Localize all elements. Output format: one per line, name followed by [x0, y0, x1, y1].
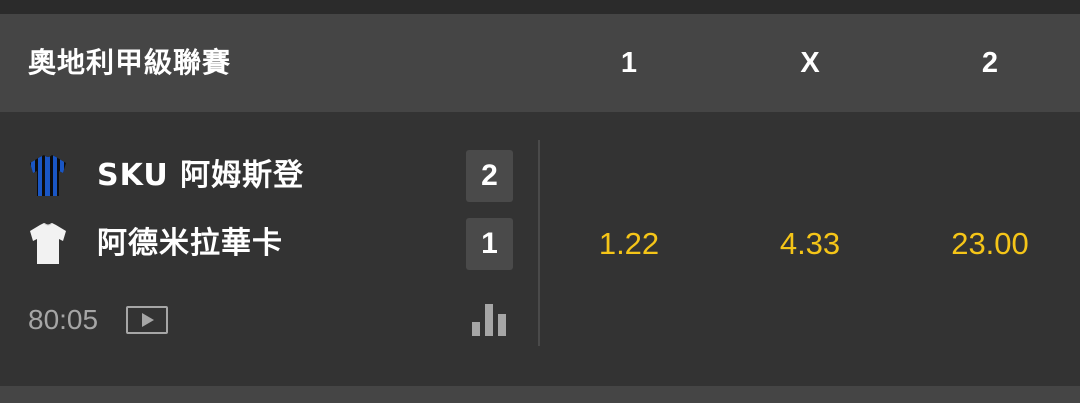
- home-team: SKU 阿姆斯登 2: [0, 150, 520, 202]
- divider: [538, 140, 540, 346]
- home-score: 2: [466, 150, 513, 202]
- match-row[interactable]: SKU 阿姆斯登 2 阿德米拉華卡 1 80:05 1.22 4.33 23.0…: [0, 112, 1080, 386]
- column-header-draw: X: [800, 47, 820, 79]
- stats-icon[interactable]: [472, 304, 506, 336]
- column-header-home: 1: [620, 47, 638, 79]
- away-team: 阿德米拉華卡 1: [0, 218, 520, 270]
- away-score: 1: [466, 218, 513, 270]
- league-header: 奧地利甲級聯賽 1 X 2: [0, 14, 1080, 112]
- column-header-away: 2: [981, 47, 999, 79]
- live-stream-icon[interactable]: [126, 306, 168, 334]
- odds-away-button[interactable]: 23.00: [910, 222, 1070, 266]
- odds-home-button[interactable]: 1.22: [549, 222, 709, 266]
- white-jersey-icon: [30, 223, 66, 264]
- striped-jersey-icon: [30, 155, 66, 196]
- match-timer: 80:05: [28, 304, 99, 335]
- away-team-name: 阿德米拉華卡: [97, 226, 283, 261]
- next-section-strip: [0, 386, 1080, 403]
- home-team-name: SKU 阿姆斯登: [97, 158, 305, 193]
- odds-draw-button[interactable]: 4.33: [730, 222, 890, 266]
- top-strip: [0, 0, 1080, 14]
- league-title: 奧地利甲級聯賽: [28, 46, 232, 79]
